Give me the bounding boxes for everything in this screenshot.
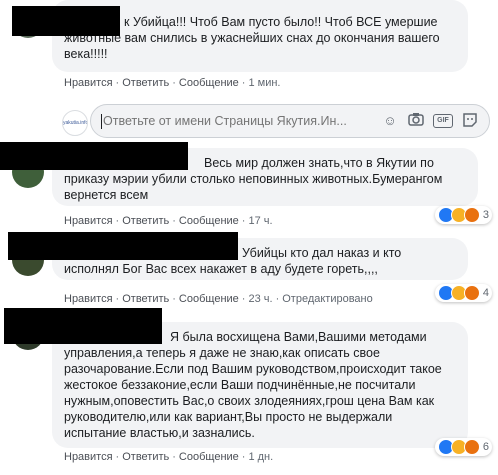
comment-line: испытание властью,и зазнались. bbox=[64, 426, 255, 440]
angry-reaction-icon bbox=[463, 285, 480, 301]
like-link[interactable]: Нравится bbox=[64, 77, 113, 89]
comment-actions: Нравится · Ответить · Сообщение · 23 ч. · Отреда… bbox=[64, 293, 373, 305]
comment-line: нужным,оповестить Вас,о своих злодеяниях… bbox=[64, 394, 435, 408]
message-link[interactable]: Сообщение bbox=[179, 293, 239, 305]
comment-line: управления,а теперь я даже не знаю,как о… bbox=[64, 346, 380, 360]
edited-label[interactable]: Отредактировано bbox=[282, 293, 373, 305]
reaction-count: 3 bbox=[482, 209, 489, 221]
reply-link[interactable]: Ответить bbox=[122, 77, 169, 89]
comment-line: к Убийца!!! Чтоб Вам пусто было!! Чтоб В… bbox=[124, 15, 438, 29]
comment-line: жестокое беззаконие,если Ваши подчинённы… bbox=[64, 378, 416, 392]
timestamp[interactable]: 23 ч. bbox=[248, 293, 272, 305]
like-link[interactable]: Нравится bbox=[64, 293, 113, 305]
reply-link[interactable]: Ответить bbox=[122, 451, 169, 463]
message-link[interactable]: Сообщение bbox=[179, 77, 239, 89]
reactions[interactable]: 4 bbox=[434, 284, 492, 302]
comment-line: вернется всем bbox=[64, 188, 149, 202]
comment-line: века!!!!! bbox=[64, 47, 108, 61]
smile-icon[interactable]: ☺ bbox=[381, 112, 399, 130]
message-link[interactable]: Сообщение bbox=[179, 215, 239, 227]
reaction-count: 6 bbox=[482, 441, 489, 453]
comment-line: приказу мэрии убили столько неповинных ж… bbox=[64, 172, 443, 186]
comment-actions: Нравится · Ответить · Сообщение · 1 дн. bbox=[64, 451, 274, 463]
sticker-icon[interactable] bbox=[461, 112, 479, 130]
reply-toolbar: ☺ GIF bbox=[381, 112, 479, 130]
timestamp[interactable]: 1 дн. bbox=[248, 451, 273, 463]
redacted-name bbox=[12, 6, 120, 36]
comment-line: разочарование.Если под Вашим руководство… bbox=[64, 362, 442, 376]
timestamp[interactable]: 17 ч. bbox=[248, 215, 272, 227]
comment-actions: Нравится · Ответить · Сообщение · 1 мин. bbox=[64, 77, 281, 89]
timestamp[interactable]: 1 мин. bbox=[248, 77, 280, 89]
reaction-count: 4 bbox=[482, 287, 489, 299]
like-link[interactable]: Нравится bbox=[64, 215, 113, 227]
camera-icon[interactable] bbox=[407, 112, 425, 130]
reply-link[interactable]: Ответить bbox=[122, 215, 169, 227]
redacted-name bbox=[8, 232, 238, 260]
message-link[interactable]: Сообщение bbox=[179, 451, 239, 463]
reactions[interactable]: 3 bbox=[434, 206, 492, 224]
page-avatar: yakutia.info bbox=[62, 110, 88, 136]
reply-link[interactable]: Ответить bbox=[122, 293, 169, 305]
reply-box[interactable]: ☺ GIF bbox=[90, 104, 490, 138]
redacted-name bbox=[0, 142, 188, 170]
like-link[interactable]: Нравится bbox=[64, 451, 113, 463]
comment-line: исполнял Бог Вас всех накажет в аду буде… bbox=[64, 262, 378, 276]
text-caret bbox=[101, 114, 102, 129]
angry-reaction-icon bbox=[463, 439, 480, 455]
angry-reaction-icon bbox=[463, 207, 480, 223]
comment-line: руководителю,или как вариант,Вы просто н… bbox=[64, 410, 393, 424]
reply-input[interactable] bbox=[103, 105, 353, 137]
reactions[interactable]: 6 bbox=[434, 438, 492, 456]
redacted-name bbox=[4, 308, 162, 344]
gif-icon[interactable]: GIF bbox=[433, 114, 453, 128]
comment-line: животные вам снились в ужаснейших снах д… bbox=[64, 31, 440, 45]
comment-actions: Нравится · Ответить · Сообщение · 17 ч. bbox=[64, 215, 273, 227]
